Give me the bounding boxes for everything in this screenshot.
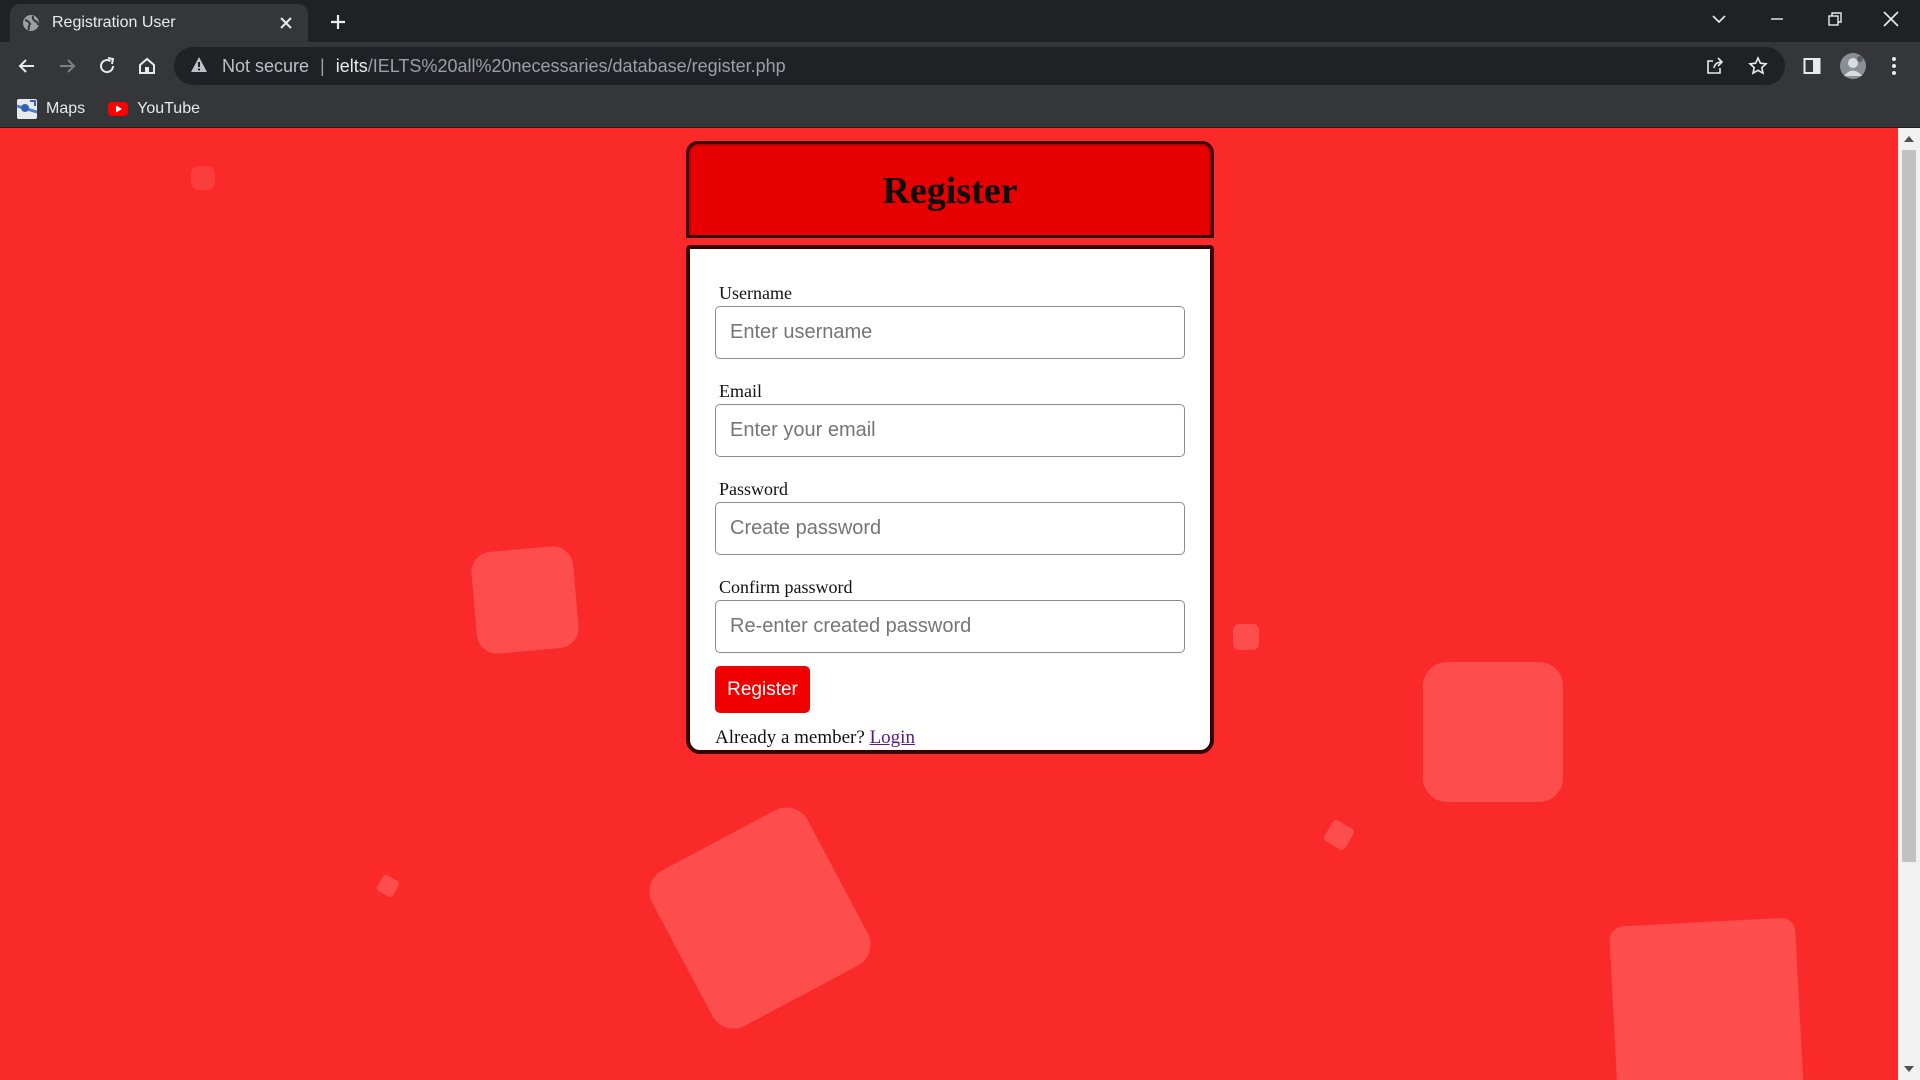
scrollbar-thumb[interactable] <box>1902 150 1916 862</box>
username-label: Username <box>719 283 792 303</box>
url-host: ielts <box>335 55 368 76</box>
warning-icon[interactable] <box>190 56 210 76</box>
scroll-up-icon[interactable] <box>1904 136 1914 142</box>
scroll-down-icon[interactable] <box>1904 1066 1914 1072</box>
decorative-square <box>1608 917 1806 1080</box>
back-icon[interactable] <box>11 50 43 82</box>
address-bar[interactable]: Not secure | ielts/IELTS%20all%20necessa… <box>174 47 1785 85</box>
email-label: Email <box>719 381 762 401</box>
page-scrollbar[interactable] <box>1898 128 1920 1080</box>
globe-icon <box>22 14 40 32</box>
bookmarks-bar: Maps YouTube <box>0 90 1920 128</box>
home-icon[interactable] <box>131 50 163 82</box>
decorative-square <box>640 798 880 1038</box>
login-link[interactable]: Login <box>870 727 915 748</box>
email-input[interactable] <box>715 404 1185 457</box>
reload-icon[interactable] <box>91 50 123 82</box>
member-prompt-text: Already a member? <box>715 727 865 748</box>
maps-icon <box>16 98 38 120</box>
close-tab-icon[interactable] <box>276 13 296 33</box>
decorative-square <box>191 166 215 190</box>
confirm-password-label: Confirm password <box>719 577 853 597</box>
browser-toolbar: Not secure | ielts/IELTS%20all%20necessa… <box>0 42 1920 90</box>
menu-icon[interactable] <box>1878 50 1910 82</box>
register-button[interactable]: Register <box>715 666 810 713</box>
header-divider <box>686 235 1214 238</box>
browser-tab[interactable]: Registration User <box>10 4 308 42</box>
close-window-icon[interactable] <box>1862 0 1920 38</box>
decorative-square <box>1322 818 1356 852</box>
side-panel-icon[interactable] <box>1796 50 1828 82</box>
register-header: Register <box>686 141 1214 237</box>
tab-title: Registration User <box>52 14 176 31</box>
forward-icon[interactable] <box>51 50 83 82</box>
security-label[interactable]: Not secure <box>222 56 309 77</box>
address-separator: | <box>320 55 325 76</box>
password-input[interactable] <box>715 502 1185 555</box>
share-icon[interactable] <box>1696 47 1734 85</box>
bookmark-maps-label: Maps <box>46 99 86 117</box>
profile-avatar[interactable] <box>1837 50 1869 82</box>
password-label: Password <box>719 479 789 499</box>
page-title: Register <box>882 169 1018 212</box>
new-tab-icon[interactable] <box>324 8 352 36</box>
decorative-square <box>1233 624 1259 650</box>
bookmark-youtube-label: YouTube <box>137 99 200 117</box>
youtube-icon <box>107 98 129 120</box>
decorative-square <box>469 544 581 656</box>
username-input[interactable] <box>715 306 1185 359</box>
login-prompt: Already a member? Login <box>715 727 1183 749</box>
page-viewport: Register Username Email Password Confirm… <box>0 128 1898 1080</box>
restore-icon[interactable] <box>1806 0 1864 38</box>
browser-tab-strip: Registration User <box>0 0 1920 42</box>
bookmark-maps[interactable]: Maps <box>16 98 85 120</box>
bookmark-youtube[interactable]: YouTube <box>107 98 200 120</box>
url-path: /IELTS%20all%20necessaries/database/regi… <box>367 55 786 76</box>
confirm-password-input[interactable] <box>715 600 1185 653</box>
minimize-icon[interactable] <box>1748 0 1806 38</box>
decorative-square <box>375 873 401 899</box>
bookmark-star-icon[interactable] <box>1739 47 1777 85</box>
registration-form: Username Email Password Confirm password… <box>686 245 1214 754</box>
decorative-square <box>1423 662 1563 802</box>
tab-search-icon[interactable] <box>1690 0 1748 38</box>
